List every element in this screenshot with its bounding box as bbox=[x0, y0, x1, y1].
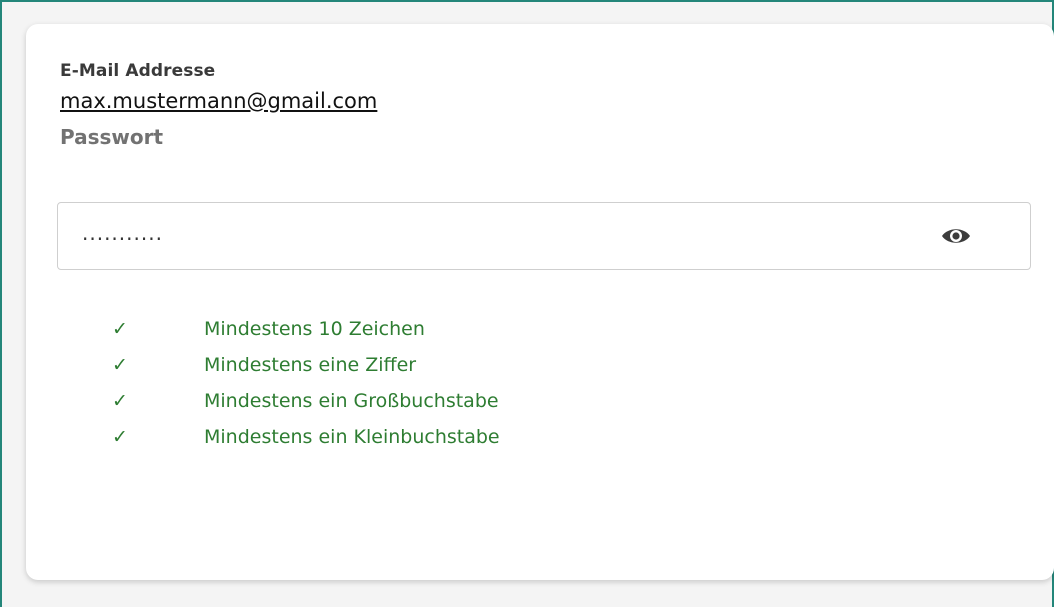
requirement-text: Mindestens ein Großbuchstabe bbox=[204, 390, 499, 412]
password-label: Passwort bbox=[60, 125, 164, 149]
email-value-link[interactable]: max.mustermann@gmail.com bbox=[60, 89, 377, 113]
password-requirements: ✓ Mindestens 10 Zeichen ✓ Mindestens ein… bbox=[102, 314, 602, 458]
requirement-text: Mindestens 10 Zeichen bbox=[204, 318, 425, 340]
password-input[interactable]: ........... bbox=[57, 202, 1031, 270]
requirement-text: Mindestens eine Ziffer bbox=[204, 354, 417, 376]
eye-icon[interactable] bbox=[940, 224, 972, 248]
requirement-item: ✓ Mindestens 10 Zeichen bbox=[102, 314, 602, 350]
requirement-item: ✓ Mindestens ein Großbuchstabe bbox=[102, 386, 602, 422]
requirement-text: Mindestens ein Kleinbuchstabe bbox=[204, 426, 500, 448]
login-card: E-Mail Addresse max.mustermann@gmail.com… bbox=[26, 24, 1054, 580]
password-masked-value: ........... bbox=[82, 221, 163, 245]
check-icon: ✓ bbox=[112, 318, 128, 340]
check-icon: ✓ bbox=[112, 390, 128, 412]
check-icon: ✓ bbox=[112, 426, 128, 448]
requirement-item: ✓ Mindestens ein Kleinbuchstabe bbox=[102, 422, 602, 458]
requirement-item: ✓ Mindestens eine Ziffer bbox=[102, 350, 602, 386]
check-icon: ✓ bbox=[112, 354, 128, 376]
email-label: E-Mail Addresse bbox=[60, 61, 216, 81]
